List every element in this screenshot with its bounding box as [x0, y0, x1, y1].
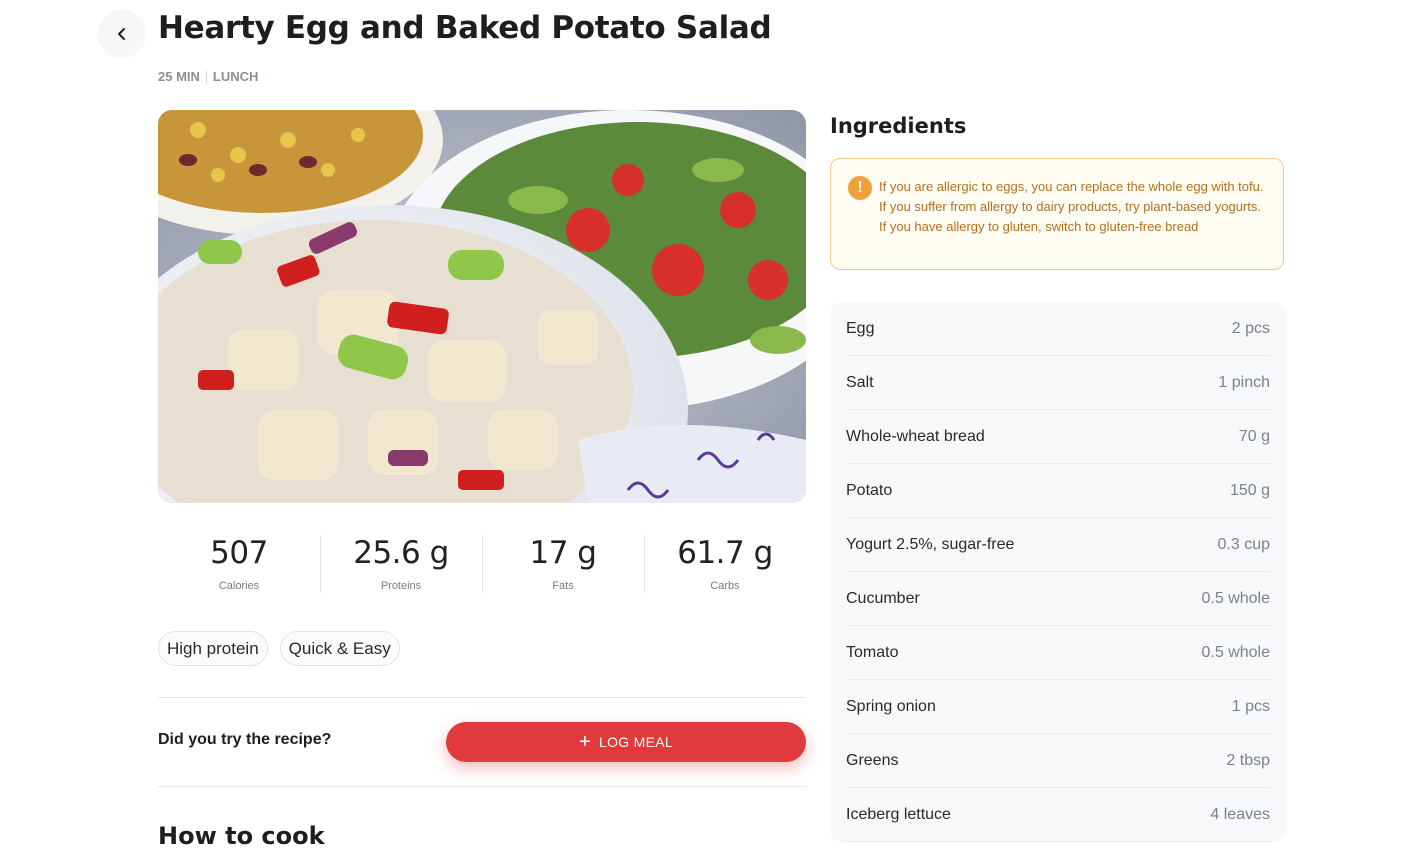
plus-icon: +	[579, 731, 591, 753]
meta-separator	[205, 70, 207, 83]
log-meal-label: LOG MEAL	[599, 734, 673, 750]
ingredient-row: Tomato 0.5 whole	[846, 626, 1270, 680]
nutrition-value: 25.6 g	[353, 535, 449, 571]
ingredient-row: Cucumber 0.5 whole	[846, 572, 1270, 626]
ingredient-row: Iceberg lettuce 4 leaves	[846, 788, 1270, 842]
ingredient-name: Cucumber	[846, 589, 920, 607]
ingredient-qty: 1 pinch	[1218, 373, 1270, 391]
divider	[158, 786, 806, 787]
tag-high-protein[interactable]: High protein	[158, 631, 268, 666]
ingredient-qty: 2 pcs	[1231, 319, 1270, 337]
ingredients-list: Egg 2 pcs Salt 1 pinch Whole-wheat bread…	[830, 302, 1286, 842]
ingredients-heading: Ingredients	[830, 114, 967, 138]
ingredient-qty: 2 tbsp	[1226, 751, 1270, 769]
cook-time: 25 MIN	[158, 69, 200, 84]
recipe-meta: 25 MIN LUNCH	[158, 69, 258, 84]
ingredient-qty: 0.5 whole	[1201, 589, 1271, 607]
chevron-left-icon	[118, 28, 125, 40]
ingredient-name: Egg	[846, 319, 875, 337]
recipe-photo	[158, 110, 806, 503]
ingredient-name: Greens	[846, 751, 899, 769]
ingredient-row: Salt 1 pinch	[846, 356, 1270, 410]
nutrition-value: 507	[210, 535, 268, 571]
recipe-tags: High protein Quick & Easy	[158, 631, 400, 666]
ingredient-name: Tomato	[846, 643, 899, 661]
ingredient-qty: 1 pcs	[1231, 697, 1270, 715]
tag-quick-easy[interactable]: Quick & Easy	[279, 631, 400, 666]
how-to-cook-heading: How to cook	[158, 822, 325, 850]
ingredient-qty: 0.5 whole	[1201, 643, 1271, 661]
nutrition-label: Carbs	[710, 580, 740, 592]
nutrition-value: 61.7 g	[677, 535, 773, 571]
ingredient-qty: 4 leaves	[1210, 805, 1270, 823]
ingredient-row: Yogurt 2.5%, sugar-free 0.3 cup	[846, 518, 1270, 572]
nutrition-summary: 507 Calories 25.6 g Proteins 17 g Fats 6…	[158, 533, 806, 595]
nutrition-label: Fats	[552, 580, 574, 592]
ingredient-row: Whole-wheat bread 70 g	[846, 410, 1270, 464]
allergy-note: ! If you are allergic to eggs, you can r…	[830, 158, 1284, 270]
nutrition-label: Proteins	[380, 580, 422, 592]
ingredient-name: Salt	[846, 373, 874, 391]
ingredient-name: Yogurt 2.5%, sugar-free	[846, 535, 1015, 553]
nutrition-proteins: 25.6 g Proteins	[320, 533, 482, 595]
nutrition-calories: 507 Calories	[158, 533, 320, 595]
divider	[158, 697, 806, 698]
nutrition-fats: 17 g Fats	[482, 533, 644, 595]
ingredient-row: Potato 150 g	[846, 464, 1270, 518]
ingredient-row: Greens 2 tbsp	[846, 734, 1270, 788]
ingredient-qty: 70 g	[1238, 427, 1270, 445]
nutrition-carbs: 61.7 g Carbs	[644, 533, 806, 595]
back-button[interactable]	[98, 10, 146, 58]
ingredient-qty: 150 g	[1229, 481, 1270, 499]
ingredient-row: Spring onion 1 pcs	[846, 680, 1270, 734]
try-recipe-question: Did you try the recipe?	[158, 731, 332, 748]
nutrition-value: 17 g	[529, 535, 597, 571]
ingredient-qty: 0.3 cup	[1217, 535, 1270, 553]
ingredient-row: Egg 2 pcs	[846, 302, 1270, 356]
ingredient-name: Potato	[846, 481, 893, 499]
log-meal-button[interactable]: + LOG MEAL	[446, 722, 806, 762]
page-title: Hearty Egg and Baked Potato Salad	[158, 10, 772, 46]
nutrition-label: Calories	[218, 580, 260, 592]
ingredient-name: Whole-wheat bread	[846, 427, 985, 445]
allergy-note-text: If you are allergic to eggs, you can rep…	[879, 179, 1264, 234]
salad-image	[158, 110, 806, 503]
ingredient-name: Spring onion	[846, 697, 936, 715]
meal-type: LUNCH	[212, 69, 259, 84]
ingredient-name: Iceberg lettuce	[846, 805, 951, 823]
warning-icon: !	[848, 176, 872, 200]
